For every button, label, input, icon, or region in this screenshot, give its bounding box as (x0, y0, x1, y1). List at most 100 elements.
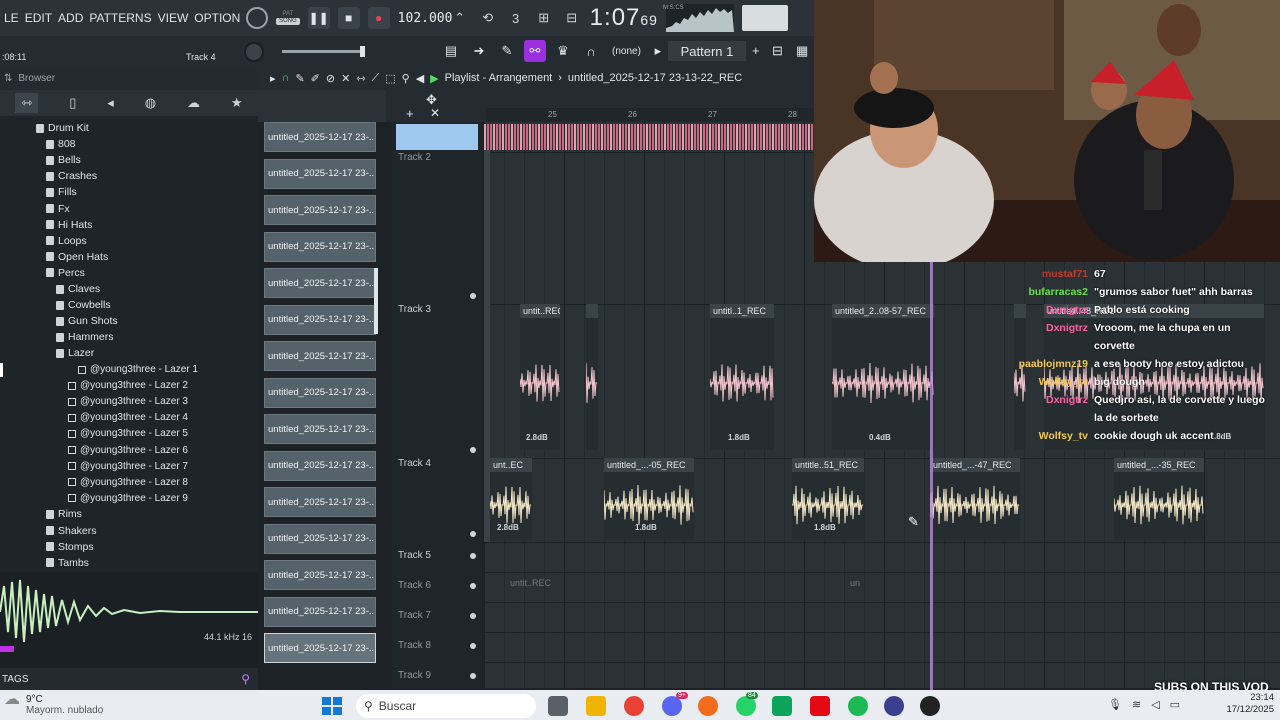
link-icon[interactable]: ⚯ (524, 40, 546, 62)
song-time-display[interactable]: 1:0769 (590, 4, 658, 32)
app-green-icon[interactable] (772, 696, 792, 716)
track-toggle[interactable] (470, 531, 476, 537)
loop-record-icon[interactable]: ⊟ (562, 10, 582, 26)
folder-item[interactable]: Lazer (56, 345, 94, 361)
menu-item-view[interactable]: VIEW (158, 11, 189, 25)
sample-item[interactable]: @young3three - Lazer 6 (68, 442, 188, 458)
clip-source-item[interactable]: untitled_2025-12-17 23-... (264, 523, 376, 554)
file-explorer-icon[interactable] (586, 696, 606, 716)
clip-source-item[interactable]: untitled_2025-12-17 23-... (264, 377, 376, 408)
playback-tool-icon[interactable]: ◀ (416, 72, 424, 85)
track-toggle[interactable] (470, 643, 476, 649)
folder-item[interactable]: Fills (46, 184, 77, 200)
wifi-icon[interactable]: ≋ (1132, 698, 1141, 711)
clip-source-item[interactable]: untitled_2025-12-17 23-... (264, 414, 376, 444)
chrome-icon[interactable] (624, 696, 644, 716)
close-track-icon[interactable]: ✕ (430, 106, 440, 120)
folder-item[interactable]: Hammers (56, 329, 114, 345)
sample-item[interactable]: @young3three - Lazer 4 (68, 410, 188, 426)
master-volume-knob[interactable] (244, 42, 264, 62)
taskbar-search[interactable]: ⚲ Buscar (356, 694, 536, 718)
menu-item-le[interactable]: LE (4, 11, 19, 25)
metronome-icon[interactable]: ⌃ (450, 10, 470, 26)
folder-item[interactable]: Gun Shots (56, 313, 118, 329)
search-tags-icon[interactable]: ⚲ (241, 672, 250, 686)
clip-list-scrollbar[interactable] (374, 268, 378, 334)
cloud-tab-icon[interactable]: ☁ (187, 95, 200, 111)
audio-clip[interactable]: untitled_...-35_REC (1114, 458, 1204, 540)
clip-source-item[interactable]: untitled_2025-12-17 23-... (264, 268, 376, 298)
snap-selector[interactable]: (none) (612, 46, 641, 57)
track-label[interactable]: Track 2 (398, 152, 431, 163)
plugins-tab-icon[interactable]: ◂ (107, 95, 114, 111)
clip-source-item[interactable]: untitled_2025-12-17 23-... (264, 304, 376, 335)
sample-item[interactable]: @young3three - Lazer 8 (68, 474, 188, 490)
muted-clip[interactable]: un (850, 578, 860, 588)
sample-item[interactable]: @young3three - Lazer 5 (68, 426, 188, 442)
add-pattern-icon[interactable]: + (752, 43, 760, 58)
record-mode-knob[interactable] (246, 7, 268, 29)
menu-item-patterns[interactable]: PATTERNS (89, 11, 151, 25)
windows-start-icon[interactable] (322, 697, 342, 715)
pattern-selector[interactable]: Pattern 1 (668, 41, 746, 61)
discord-icon[interactable] (662, 696, 682, 716)
audio-clip[interactable] (586, 304, 598, 450)
folder-item[interactable]: Crashes (46, 168, 97, 184)
channel-rack-icon[interactable]: ♛ (552, 40, 574, 62)
pat-song-switch[interactable]: PAT SONG (276, 11, 300, 25)
magnet-icon[interactable]: ∩ (580, 40, 602, 62)
fl-studio-icon[interactable] (698, 696, 718, 716)
sample-item[interactable]: @young3three - Lazer 9 (68, 490, 188, 506)
arrangement-name[interactable]: untitled_2025-12-17 23-13-22_REC (568, 72, 742, 84)
clock[interactable]: 23:14 17/12/2025 (1226, 692, 1274, 716)
projects-tab-icon[interactable]: ▯ (69, 95, 76, 111)
headphones-icon[interactable]: ∩ (282, 72, 290, 84)
whatsapp-icon[interactable] (736, 696, 756, 716)
play-small-icon[interactable]: ▸ (647, 40, 669, 62)
arrow-icon[interactable]: ➜ (468, 40, 490, 62)
track-label[interactable]: Track 3 (398, 304, 431, 315)
folder-item[interactable]: Tambs (46, 555, 89, 571)
audio-clip[interactable]: untitled_2..08-57_REC 0.4dB (832, 304, 934, 450)
audio-clip[interactable]: untit..REC 2.8dB (520, 304, 560, 450)
folder-item[interactable]: Fx (46, 201, 70, 217)
all-tab-icon[interactable]: ⇿ (15, 93, 39, 113)
master-pitch-slider[interactable] (282, 46, 365, 57)
countdown-icon[interactable]: 3 (506, 11, 526, 26)
add-track-icon[interactable]: + (406, 106, 414, 121)
track-label[interactable]: Track 5 (398, 550, 431, 561)
track1-header[interactable] (396, 124, 478, 150)
obs-icon[interactable] (884, 696, 904, 716)
clip-source-item[interactable]: untitled_2025-12-17 23-... (264, 231, 376, 262)
slider-handle[interactable] (360, 46, 365, 57)
draw-tool-icon[interactable]: ✎ (295, 72, 304, 85)
muted-clip[interactable]: untit..REC (510, 578, 551, 588)
slice-tool-icon[interactable]: ⟋ (372, 72, 380, 85)
sample-item[interactable]: @young3three - Lazer 3 (68, 394, 188, 410)
folder-item[interactable]: Open Hats (46, 249, 108, 265)
track-label[interactable]: Track 6 (398, 580, 431, 591)
mic-icon[interactable]: 🎙 (1108, 698, 1122, 711)
clip-source-item[interactable]: untitled_2025-12-17 23-... (264, 450, 376, 481)
channel-icon[interactable]: ▦ (796, 43, 808, 59)
delete-tool-icon[interactable]: ⊘ (326, 72, 335, 85)
wait-icon[interactable]: ⟲ (478, 10, 498, 26)
folder-item[interactable]: Hi Hats (46, 217, 92, 233)
task-view-icon[interactable] (548, 696, 568, 716)
sample-item[interactable]: @young3three - Lazer 7 (68, 458, 188, 474)
folder-item[interactable]: Cowbells (56, 297, 111, 313)
media-player-icon[interactable] (920, 696, 940, 716)
folder-item[interactable]: Loops (46, 233, 87, 249)
track-toggle[interactable] (470, 447, 476, 453)
volume-icon[interactable]: ◁ (1151, 698, 1159, 711)
folder-item[interactable]: Percs (46, 265, 85, 281)
favorites-tab-icon[interactable]: ★ (231, 95, 243, 111)
track-label[interactable]: Track 8 (398, 640, 431, 651)
clip-source-item[interactable]: untitled_2025-12-17 23-... (264, 633, 376, 663)
clip-source-item[interactable]: untitled_2025-12-17 23-... (264, 341, 376, 371)
folder-item[interactable]: Claves (56, 281, 100, 297)
clip-source-item[interactable]: untitled_2025-12-17 23-... (264, 596, 376, 627)
folder-item[interactable]: Shakers (46, 523, 97, 539)
record-icon[interactable]: ● (367, 7, 390, 29)
zoom-tool-icon[interactable]: ⚲ (402, 72, 410, 85)
